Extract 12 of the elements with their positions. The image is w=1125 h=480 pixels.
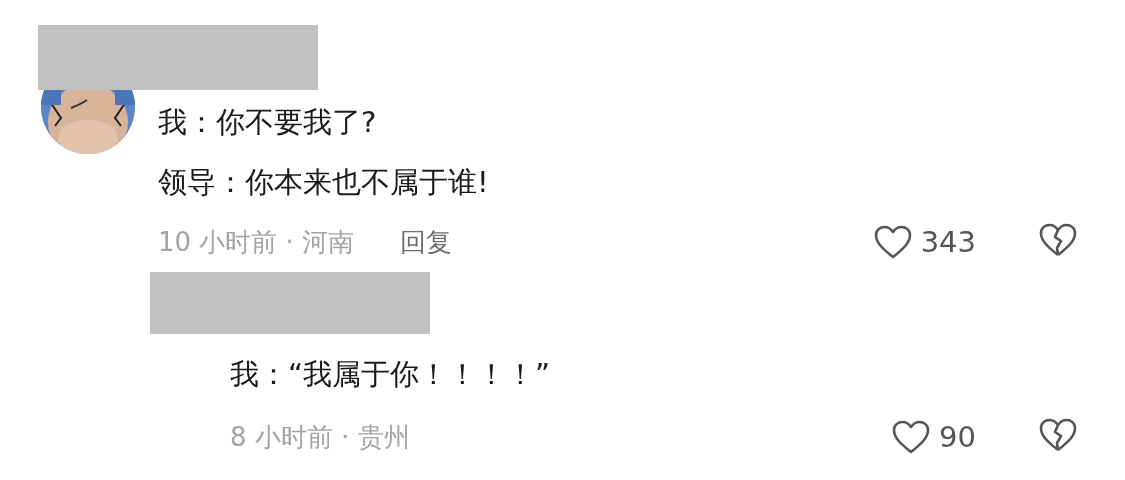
- timestamp-location: 10 小时前 · 河南: [158, 225, 355, 259]
- comment-text: 我：你不要我了?: [158, 104, 378, 141]
- heart-icon[interactable]: [891, 419, 932, 455]
- heart-icon[interactable]: [872, 224, 913, 260]
- reply-link[interactable]: 回复: [400, 224, 453, 260]
- like-count: 343: [920, 225, 976, 259]
- comment-text: 领导：你本来也不属于谁!: [158, 164, 490, 201]
- broken-heart-icon[interactable]: [1038, 417, 1078, 453]
- timestamp-location: 8 小时前 · 贵州: [230, 420, 410, 454]
- comment-text: 我：“我属于你！！！！”: [230, 356, 552, 393]
- like-count: 90: [939, 420, 976, 454]
- broken-heart-icon[interactable]: [1038, 222, 1078, 258]
